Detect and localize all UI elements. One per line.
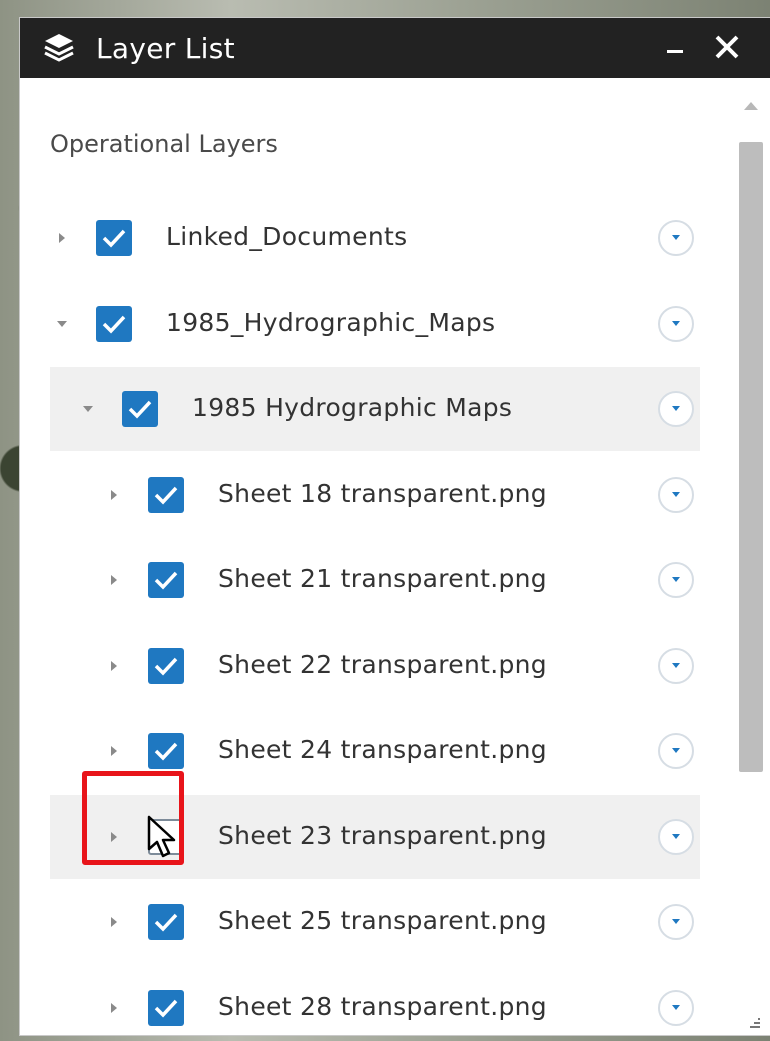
chevron-down-icon xyxy=(672,235,680,240)
layer-row[interactable]: 1985_Hydrographic_Maps xyxy=(50,282,700,366)
layer-options-button[interactable] xyxy=(658,476,694,513)
layer-visibility-checkbox[interactable] xyxy=(148,476,184,513)
layer-options-button[interactable] xyxy=(658,391,694,427)
layer-visibility-checkbox[interactable] xyxy=(148,733,184,769)
layer-label: Sheet 21 transparent.png xyxy=(218,564,547,593)
chevron-down-icon xyxy=(672,577,680,582)
minimize-button[interactable] xyxy=(662,32,688,62)
checkmark-icon xyxy=(102,229,126,248)
layer-list-content: Operational Layers Linked_Documents 1985_… xyxy=(20,78,770,1035)
chevron-down-icon xyxy=(672,406,680,411)
section-title: Operational Layers xyxy=(50,130,278,158)
layer-row[interactable]: Sheet 28 transparent.png xyxy=(50,966,700,1036)
layer-options-button[interactable] xyxy=(658,220,694,256)
caret-right-icon[interactable] xyxy=(106,658,122,674)
layer-visibility-checkbox[interactable] xyxy=(122,391,158,427)
layer-visibility-checkbox[interactable] xyxy=(96,305,132,342)
caret-down-icon[interactable] xyxy=(80,401,96,417)
close-icon xyxy=(715,35,739,59)
layer-label: Sheet 24 transparent.png xyxy=(218,735,547,764)
layer-options-button[interactable] xyxy=(658,305,694,342)
layer-row[interactable]: Sheet 21 transparent.png xyxy=(50,538,700,622)
layer-label: Sheet 28 transparent.png xyxy=(218,991,547,1021)
scroll-up-arrow-icon[interactable] xyxy=(744,102,758,110)
checkmark-icon xyxy=(154,657,178,676)
caret-right-icon[interactable] xyxy=(106,914,122,930)
layer-label: 1985_Hydrographic_Maps xyxy=(166,307,496,337)
layer-row[interactable]: Sheet 18 transparent.png xyxy=(50,453,700,537)
layer-options-button[interactable] xyxy=(658,818,694,855)
chevron-down-icon xyxy=(672,320,680,326)
layer-row[interactable]: Sheet 25 transparent.png xyxy=(50,880,700,964)
chevron-down-icon xyxy=(672,919,680,924)
chevron-down-icon xyxy=(672,1004,680,1010)
caret-down-icon[interactable] xyxy=(54,316,70,332)
checkmark-icon xyxy=(102,315,126,334)
layer-options-button[interactable] xyxy=(658,989,694,1026)
checkmark-icon xyxy=(154,571,178,590)
resize-grip-icon[interactable] xyxy=(746,1013,764,1031)
layer-options-button[interactable] xyxy=(658,733,694,769)
layer-row[interactable]: 1985 Hydrographic Maps xyxy=(50,367,700,451)
layers-icon xyxy=(44,34,74,62)
layer-options-button[interactable] xyxy=(658,562,694,598)
scrollbar[interactable] xyxy=(738,92,764,1029)
scrollbar-thumb[interactable] xyxy=(739,142,763,772)
layer-visibility-checkbox[interactable] xyxy=(148,562,184,598)
chevron-down-icon xyxy=(672,748,680,753)
panel-title: Layer List xyxy=(96,31,235,65)
caret-right-icon[interactable] xyxy=(106,743,122,759)
chevron-down-icon xyxy=(672,662,680,668)
layer-visibility-checkbox[interactable] xyxy=(148,904,184,940)
layer-options-button[interactable] xyxy=(658,647,694,684)
panel-titlebar: Layer List xyxy=(20,18,770,78)
caret-right-icon[interactable] xyxy=(106,572,122,588)
checkmark-icon xyxy=(128,400,152,419)
caret-right-icon[interactable] xyxy=(106,487,122,503)
checkmark-icon xyxy=(154,913,178,932)
layer-visibility-checkbox[interactable] xyxy=(148,989,184,1026)
close-button[interactable] xyxy=(710,30,744,64)
chevron-down-icon xyxy=(672,833,680,839)
layer-list-panel: Layer List Operational Layers Linked_Doc… xyxy=(20,18,770,1035)
layer-label: Sheet 18 transparent.png xyxy=(218,478,547,508)
layer-options-button[interactable] xyxy=(658,904,694,940)
layer-label: Sheet 25 transparent.png xyxy=(218,906,547,935)
layer-row[interactable]: Sheet 22 transparent.png xyxy=(50,624,700,708)
layer-visibility-checkbox[interactable] xyxy=(148,647,184,684)
layer-label: 1985 Hydrographic Maps xyxy=(192,393,513,422)
layer-visibility-checkbox[interactable] xyxy=(96,220,132,256)
chevron-down-icon xyxy=(672,491,680,497)
layer-label: Sheet 23 transparent.png xyxy=(218,820,547,850)
caret-right-icon[interactable] xyxy=(106,1000,122,1016)
checkmark-icon xyxy=(154,999,178,1018)
checkmark-icon xyxy=(154,486,178,505)
layer-label: Sheet 22 transparent.png xyxy=(218,649,547,679)
caret-right-icon[interactable] xyxy=(54,230,70,246)
mouse-cursor-icon xyxy=(147,815,176,858)
minimize-icon xyxy=(667,49,683,53)
checkmark-icon xyxy=(154,742,178,761)
layer-row[interactable]: Linked_Documents xyxy=(50,196,700,280)
layer-label: Linked_Documents xyxy=(166,222,408,251)
